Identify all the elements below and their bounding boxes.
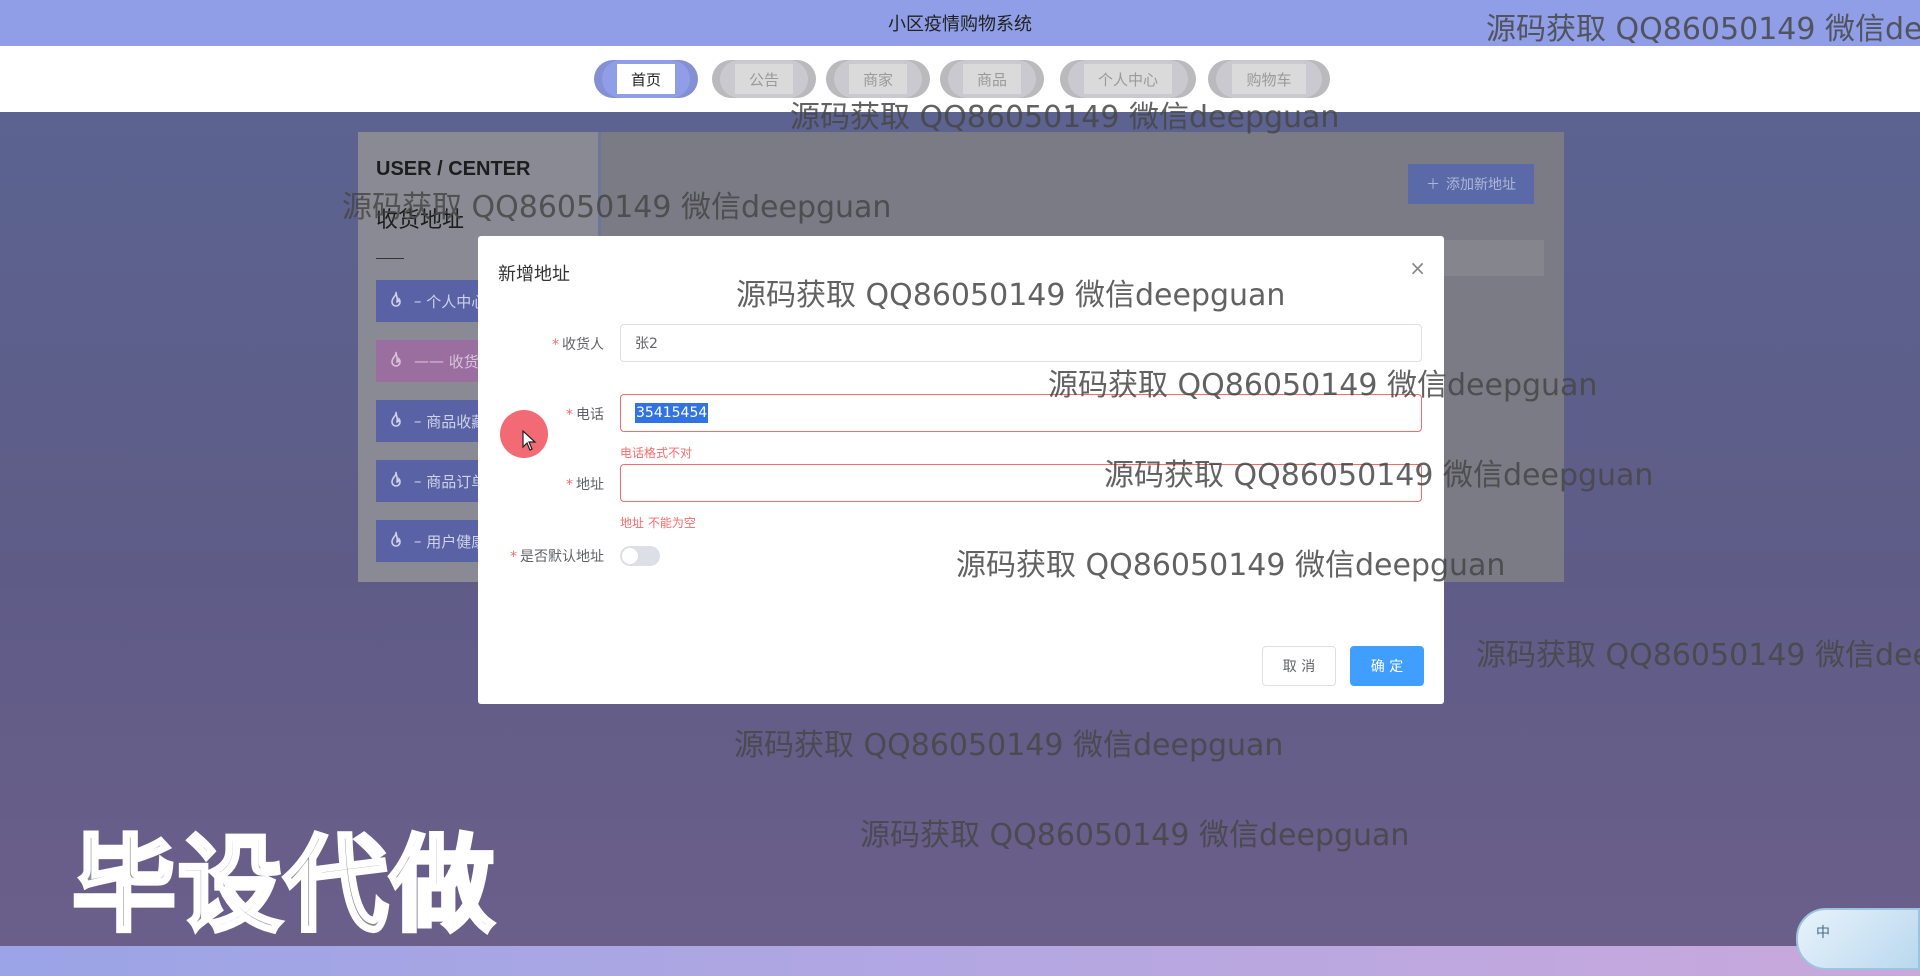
address-label-text: 地址 (576, 477, 604, 493)
add-address-dialog: 新增地址 × * 收货人 张2 * 电话 35415454 电话格式不对 * 地址 地… (478, 236, 1444, 704)
nav-user-center[interactable]: 个人中心 (1060, 60, 1196, 98)
nav-home[interactable]: 首页 (594, 60, 698, 98)
ime-indicator[interactable]: 中 (1796, 908, 1920, 970)
plus-icon: ＋ (1426, 177, 1440, 193)
sidebar-item-prefix: – (414, 532, 422, 550)
confirm-button[interactable]: 确 定 (1350, 646, 1424, 686)
main-nav: 首页 公告 商家 商品 个人中心 购物车 (0, 46, 1920, 112)
receiver-label-text: 收货人 (562, 337, 604, 353)
flame-icon (384, 349, 408, 373)
required-mark: * (566, 407, 573, 423)
flame-icon (384, 289, 408, 313)
receiver-input[interactable]: 张2 (620, 324, 1422, 362)
nav-home-label: 首页 (616, 64, 675, 94)
default-label: * 是否默认地址 (478, 546, 604, 566)
promo-overlay-text: 毕设代做 (70, 822, 497, 948)
nav-user-center-label: 个人中心 (1083, 64, 1172, 94)
add-address-label: 添加新地址 (1446, 177, 1516, 193)
nav-cart-label: 购物车 (1232, 64, 1306, 94)
phone-label-text: 电话 (576, 407, 604, 423)
app-title: 小区疫情购物系统 (888, 14, 1032, 35)
mouse-cursor-icon (522, 430, 537, 451)
receiver-value: 张2 (635, 336, 658, 352)
address-input[interactable] (620, 464, 1422, 502)
sidebar-item-prefix: – (414, 292, 422, 310)
toggle-knob (622, 548, 638, 564)
ime-mode-label: 中 (1816, 925, 1830, 941)
close-icon[interactable]: × (1409, 256, 1426, 280)
sidebar-item-prefix: —— (414, 352, 444, 370)
divider (376, 258, 404, 259)
add-address-button[interactable]: ＋ 添加新地址 (1408, 164, 1534, 204)
nav-notice[interactable]: 公告 (712, 60, 816, 98)
phone-input[interactable]: 35415454 (620, 394, 1422, 432)
nav-merchant[interactable]: 商家 (826, 60, 930, 98)
user-center-subtitle: 收货地址 (376, 208, 465, 233)
nav-products-label: 商品 (962, 64, 1021, 94)
nav-cart[interactable]: 购物车 (1208, 60, 1330, 98)
required-mark: * (566, 477, 573, 493)
nav-notice-label: 公告 (734, 64, 793, 94)
default-label-text: 是否默认地址 (520, 549, 604, 565)
phone-error: 电话格式不对 (620, 446, 693, 460)
flame-icon (384, 529, 408, 553)
required-mark: * (552, 337, 559, 353)
dialog-title: 新增地址 (498, 264, 570, 285)
top-header: 小区疫情购物系统 (0, 0, 1920, 46)
receiver-label: * 收货人 (478, 334, 604, 354)
flame-icon (384, 469, 408, 493)
user-center-title: USER / CENTER (376, 158, 531, 180)
default-address-toggle[interactable] (620, 546, 660, 566)
cancel-button[interactable]: 取 消 (1262, 646, 1336, 686)
sidebar-item-prefix: – (414, 472, 422, 490)
required-mark: * (510, 549, 517, 565)
address-label: * 地址 (478, 474, 604, 494)
nav-merchant-label: 商家 (848, 64, 907, 94)
nav-products[interactable]: 商品 (940, 60, 1044, 98)
sidebar-item-prefix: – (414, 412, 422, 430)
flame-icon (384, 409, 408, 433)
address-error: 地址 不能为空 (620, 516, 696, 530)
phone-value: 35415454 (635, 403, 709, 423)
